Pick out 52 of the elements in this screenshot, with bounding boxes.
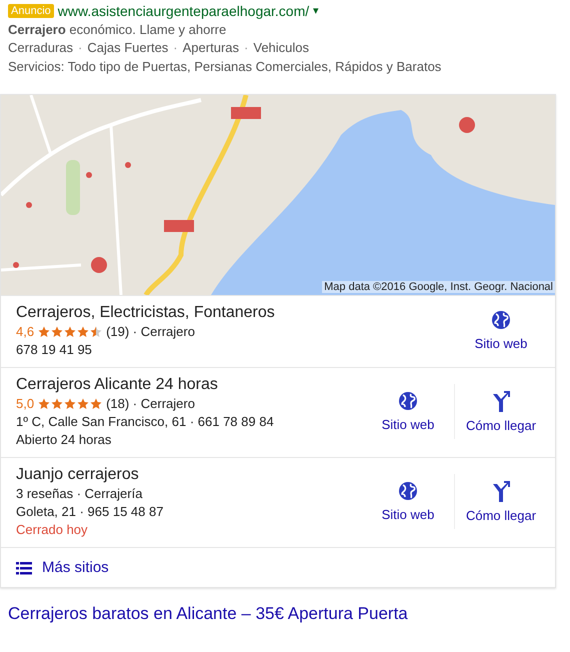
business-listing[interactable]: Juanjo cerrajeros 3 reseñas · Cerrajería Goleta, 21 · 965 15 48 87 Cerrado hoy Sitio web Cómo llegar <box>1 457 555 547</box>
star-icon <box>90 326 102 338</box>
map-attribution: Map data ©2016 Google, Inst. Geogr. Nacional <box>322 281 555 293</box>
star-icon <box>64 398 76 410</box>
star-icon <box>77 326 90 338</box>
globe-icon <box>398 391 418 411</box>
star-icon <box>51 398 64 410</box>
star-icon <box>38 326 50 338</box>
business-listing[interactable]: Cerrajeros, Electricistas, Fontaneros 4,6 (19) · Cerrajero 678 19 41 95 Sitio web <box>1 295 555 367</box>
business-name[interactable]: Cerrajeros, Electricistas, Fontaneros <box>16 302 275 323</box>
business-name[interactable]: Juanjo cerrajeros <box>16 464 164 485</box>
star-icon <box>51 326 64 338</box>
star-icon <box>64 326 76 338</box>
rating-value: 5,0 <box>16 395 34 413</box>
opening-status: Cerrado hoy <box>16 521 89 539</box>
website-link[interactable]: Sitio web <box>455 304 547 357</box>
directions-link[interactable]: Cómo llegar <box>454 474 547 529</box>
sitelink[interactable]: Vehiculos <box>253 39 310 58</box>
sitelink[interactable]: Cajas Fuertes <box>87 39 168 58</box>
list-icon <box>16 560 32 574</box>
reviews-and-category: 3 reseñas · Cerrajería <box>16 485 142 503</box>
more-places-link[interactable]: Más sitios <box>1 547 555 587</box>
business-detail: Goleta, 21 · 965 15 48 87 <box>16 503 164 521</box>
directions-icon <box>491 480 511 502</box>
ad-headline: Cerrajero económico. Llame y ahorre <box>8 20 228 39</box>
sitelink[interactable]: Aperturas <box>182 39 240 58</box>
globe-icon <box>491 310 511 330</box>
reviews-and-category: (18) · Cerrajero <box>106 395 195 413</box>
star-icon <box>38 398 50 410</box>
website-link[interactable]: Sitio web <box>362 475 454 528</box>
directions-link[interactable]: Cómo llegar <box>454 384 547 439</box>
business-listing[interactable]: Cerrajeros Alicante 24 horas 5,0 (18) · Cerrajero 1º C, Calle San Francisco, 61 · 661 78 89 84 Abierto 24 horas Sitio web Cómo llegar <box>1 367 555 457</box>
website-link[interactable]: Sitio web <box>362 385 454 438</box>
separator-dot: · <box>173 39 178 57</box>
rating-value: 4,6 <box>16 323 34 341</box>
business-detail: Abierto 24 horas <box>16 431 112 449</box>
star-icon <box>90 398 102 410</box>
reviews-and-category: (19) · Cerrajero <box>106 323 195 341</box>
separator-dot: · <box>78 39 82 57</box>
dropdown-caret[interactable]: ▾ <box>313 2 320 20</box>
ad-description: Servicios: Todo tipo de Puertas, Persianas Comerciales, Rápidos y Baratos <box>8 58 442 76</box>
separator-dot: · <box>244 39 248 57</box>
globe-icon <box>398 481 418 501</box>
business-name[interactable]: Cerrajeros Alicante 24 horas <box>16 374 274 395</box>
result-title-link[interactable]: Cerrajeros baratos en Alicante – 35€ Apertura Puerta <box>8 604 408 624</box>
ad-badge: Anuncio <box>8 4 54 18</box>
business-detail: 678 19 41 95 <box>16 341 93 359</box>
sitelink[interactable]: Cerraduras <box>8 39 74 58</box>
business-detail: 1º C, Calle San Francisco, 61 · 661 78 89 84 <box>16 413 274 431</box>
ad-url: www.asistenciaurgenteparaelhogar.com/ <box>58 2 310 20</box>
directions-icon <box>491 390 511 412</box>
star-icon <box>77 398 90 410</box>
